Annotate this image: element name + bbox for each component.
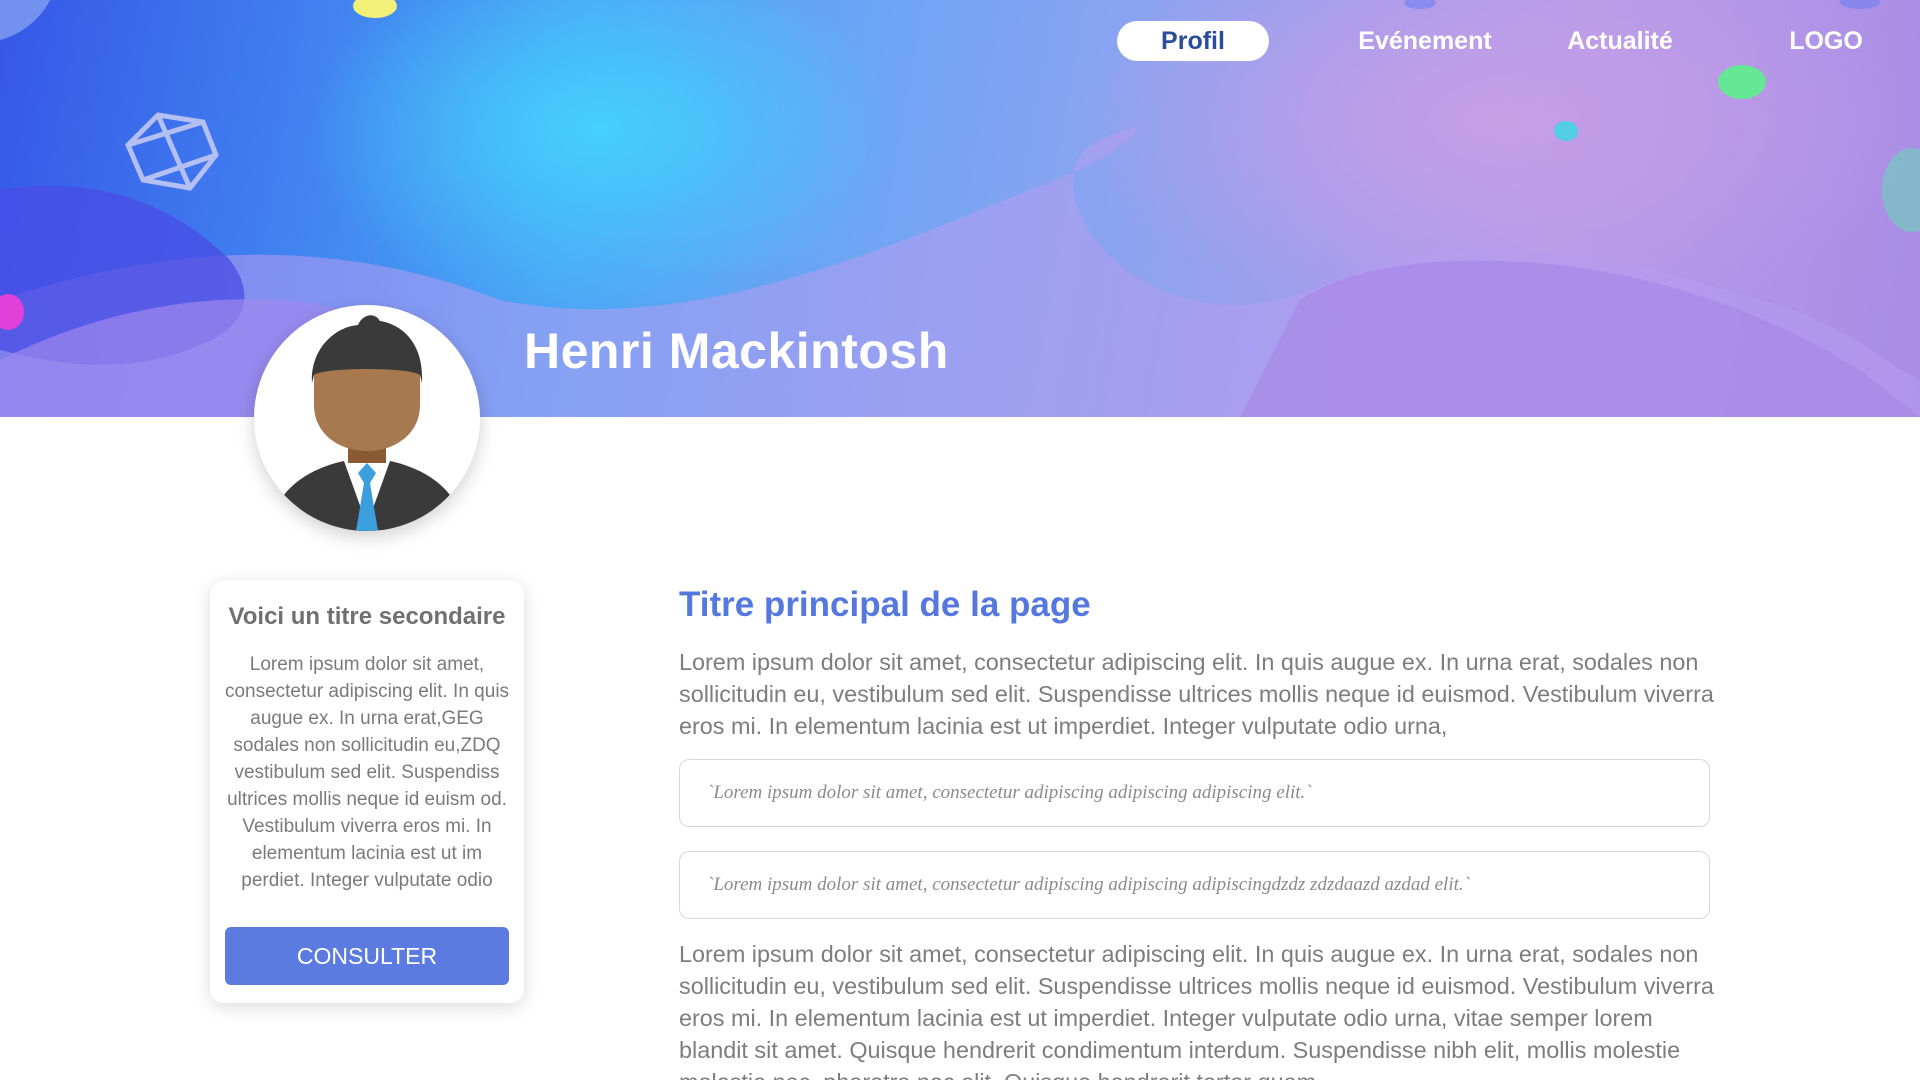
nav-tab-profil[interactable]: Profil — [1117, 21, 1269, 61]
card-title: Voici un titre secondaire — [228, 603, 506, 630]
consulter-button[interactable]: CONSULTER — [225, 927, 509, 985]
quote-box: `Lorem ipsum dolor sit amet, consectetur… — [679, 759, 1710, 827]
intro-paragraph: Lorem ipsum dolor sit amet, consectetur … — [679, 649, 1714, 739]
avatar[interactable] — [254, 305, 480, 531]
businessman-avatar-icon — [280, 315, 454, 531]
body-paragraph: Lorem ipsum dolor sit amet, consectetur … — [679, 941, 1714, 1080]
page-title: Titre principal de la page — [679, 585, 1091, 624]
quote-box: `Lorem ipsum dolor sit amet, consectetur… — [679, 851, 1710, 919]
profile-name: Henri Mackintosh — [524, 323, 949, 379]
logo[interactable]: LOGO — [1780, 21, 1872, 61]
nav-tab-evenement[interactable]: Evénement — [1330, 21, 1520, 61]
nav-tab-actualite[interactable]: Actualité — [1550, 21, 1690, 61]
crystal-shape — [125, 112, 219, 191]
card-text: Lorem ipsum dolor sit amet, consectetur … — [224, 654, 510, 891]
yellow-bubble-shape — [353, 0, 397, 18]
sidebar-card: Voici un titre secondaire Lorem ipsum do… — [210, 581, 524, 1003]
